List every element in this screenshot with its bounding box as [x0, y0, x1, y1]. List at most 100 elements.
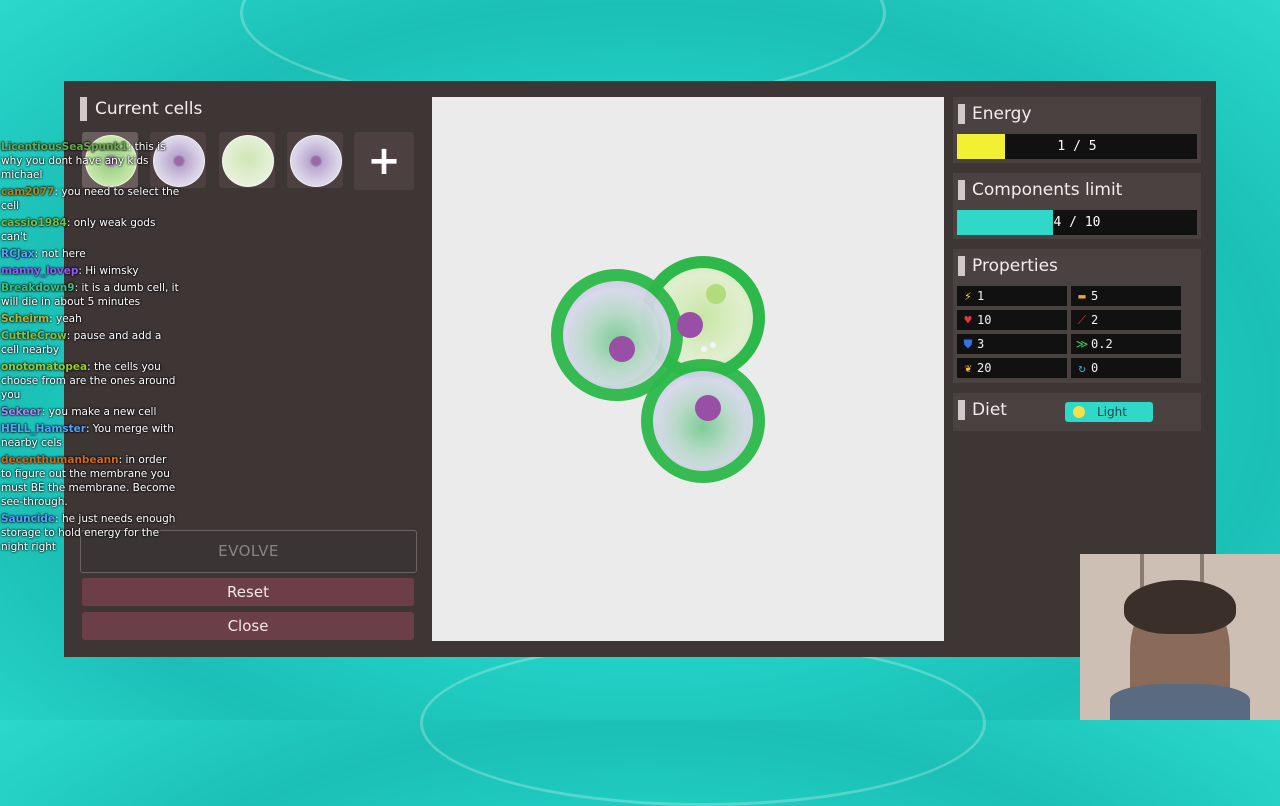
add-cell-button[interactable]: +	[354, 132, 414, 190]
energy-title: Energy	[972, 104, 1032, 124]
diet-value: Light	[1097, 405, 1127, 419]
cell-thumbnail	[222, 135, 274, 187]
chat-username: Breakdown9	[1, 282, 75, 294]
close-button[interactable]: Close	[82, 612, 414, 640]
energy-meter: 1 / 5	[957, 134, 1197, 159]
components-value: 4 / 10	[1053, 215, 1101, 230]
chat-username: cassio1984	[1, 217, 67, 229]
chat-username: CuttleCrow	[1, 330, 67, 342]
stream-chat: LicentiousSeaSpunk1: this is why you don…	[0, 140, 180, 557]
property-value: 20	[977, 361, 992, 375]
chat-separator: :	[66, 217, 74, 229]
nucleus	[695, 395, 721, 421]
current-cells-title: Current cells	[95, 99, 203, 119]
chat-message: HELL_Hamster: You merge with nearby cels	[1, 422, 180, 450]
chat-text: Hi wimsky	[85, 265, 139, 277]
chat-separator: :	[87, 361, 95, 373]
cell-slot-3[interactable]	[219, 132, 275, 188]
organism	[551, 256, 765, 483]
chat-message: Scheirm: yeah	[1, 312, 180, 326]
property-sword: ⟋ 2	[1071, 310, 1181, 330]
property-value: 10	[977, 313, 992, 327]
energy-value: 1 / 5	[1057, 139, 1097, 154]
chat-message: cam2077: you need to select the cell	[1, 185, 180, 213]
wheat-icon: ❦	[964, 361, 972, 375]
chat-message: LicentiousSeaSpunk1: this is why you don…	[1, 140, 180, 182]
chat-username: HELL_Hamster	[1, 423, 86, 435]
cycle-icon: ↻	[1078, 361, 1086, 375]
chat-message: manny_lovep: Hi wimsky	[1, 264, 180, 278]
webcam-shirt	[1110, 684, 1250, 720]
nucleus	[609, 336, 635, 362]
sun-icon	[1073, 406, 1085, 418]
chat-separator: :	[127, 141, 135, 153]
chat-username: Scheirm	[1, 313, 50, 325]
chat-message: RCJax: not here	[1, 247, 180, 261]
property-value: 0	[1091, 361, 1099, 375]
chat-text: you make a new cell	[48, 406, 157, 418]
chat-message: Sekeer: you make a new cell	[1, 405, 180, 419]
organism-drawing	[551, 256, 765, 483]
chat-separator: :	[41, 406, 49, 418]
background-arc	[420, 640, 986, 806]
chat-username: cam2077	[1, 186, 55, 198]
property-cycle: ↻ 0	[1071, 358, 1181, 378]
nucleus	[677, 312, 703, 338]
property-value: 3	[977, 337, 985, 351]
property-value: 2	[1091, 313, 1099, 327]
chat-separator: :	[66, 330, 74, 342]
property-wheat: ❦ 20	[957, 358, 1067, 378]
chat-username: onotomatopea	[1, 361, 88, 373]
cell-slot-4[interactable]	[287, 132, 343, 188]
chat-username: RCJax	[1, 248, 35, 260]
chat-text: not here	[41, 248, 86, 260]
sword-icon: ⟋	[1077, 313, 1087, 327]
components-meter: 4 / 10	[957, 210, 1197, 235]
organism-canvas[interactable]	[432, 97, 944, 641]
webcam-hair	[1124, 580, 1236, 634]
chat-separator: :	[118, 454, 126, 466]
title-accent	[958, 180, 965, 200]
title-accent	[958, 400, 965, 420]
diet-title: Diet	[972, 400, 1007, 420]
chat-separator: :	[55, 513, 62, 525]
title-accent	[958, 256, 965, 276]
storage-granule	[710, 342, 716, 348]
property-value: 1	[977, 289, 985, 303]
storage-granule	[701, 346, 707, 352]
battery-icon: ▬	[1078, 289, 1086, 303]
property-speed: ≫ 0.2	[1071, 334, 1181, 354]
chat-username: manny_lovep	[1, 265, 79, 277]
shield-icon: ⛊	[963, 337, 973, 351]
property-heart: ♥ 10	[957, 310, 1067, 330]
reset-button[interactable]: Reset	[82, 578, 414, 606]
chat-text: yeah	[56, 313, 82, 325]
chat-separator: :	[85, 423, 93, 435]
title-accent	[958, 104, 965, 124]
heart-icon: ♥	[964, 313, 972, 327]
lightning-icon: ⚡	[964, 289, 972, 303]
property-shield: ⛊ 3	[957, 334, 1067, 354]
chat-message: decenthumanbeann: in order to figure out…	[1, 453, 180, 509]
chat-username: Sekeer	[1, 406, 42, 418]
chat-username: Sauncide	[1, 513, 56, 525]
plus-icon: +	[367, 138, 401, 184]
chat-username: LicentiousSeaSpunk1	[1, 141, 128, 153]
cell-thumbnail	[290, 135, 342, 187]
chloroplast	[706, 284, 726, 304]
property-lightning: ⚡ 1	[957, 286, 1067, 306]
diet-selector[interactable]: Light	[1065, 402, 1153, 422]
property-value: 0.2	[1091, 337, 1113, 351]
cell-sheen	[564, 289, 660, 385]
chat-message: cassio1984: only weak gods can't	[1, 216, 180, 244]
chat-message: Breakdown9: it is a dumb cell, it will d…	[1, 281, 180, 309]
properties-title: Properties	[972, 256, 1058, 276]
cell-sheen	[656, 377, 748, 469]
title-accent	[80, 97, 87, 121]
property-value: 5	[1091, 289, 1099, 303]
components-limit-title: Components limit	[972, 180, 1123, 200]
speed-icon: ≫	[1075, 337, 1089, 351]
property-battery: ▬ 5	[1071, 286, 1181, 306]
chat-username: decenthumanbeann	[1, 454, 119, 466]
chat-separator: :	[49, 313, 56, 325]
